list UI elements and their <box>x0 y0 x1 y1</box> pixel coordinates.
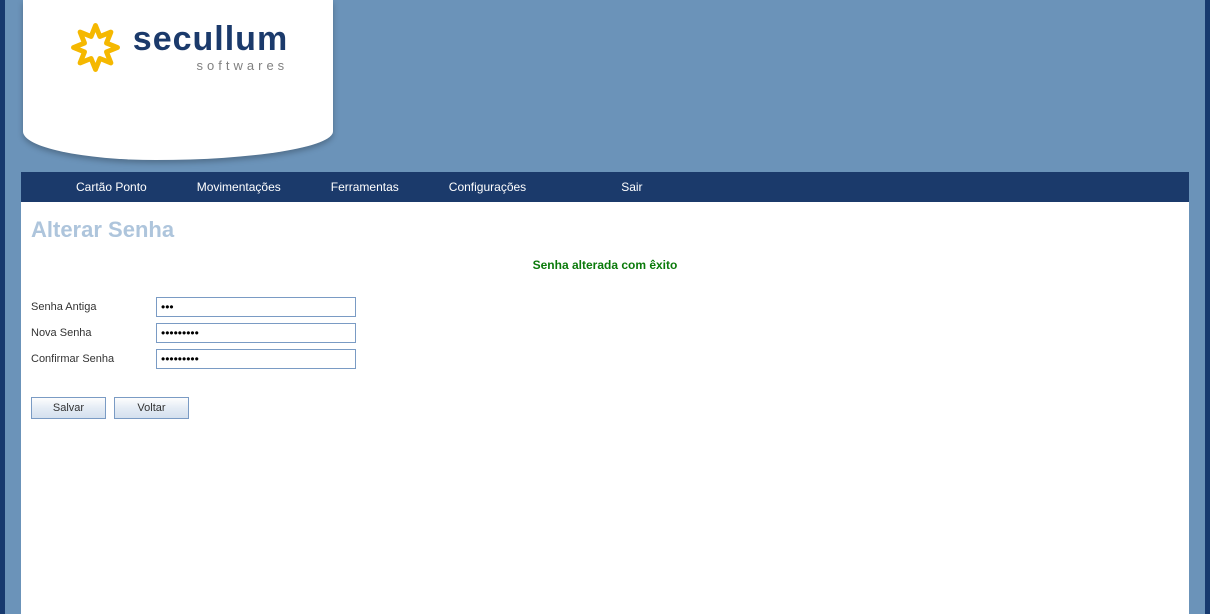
inner-frame: secullum softwares Cartão Ponto Moviment… <box>13 0 1197 614</box>
nav-configuracoes[interactable]: Configurações <box>424 172 551 202</box>
label-confirm-password: Confirmar Senha <box>31 353 156 365</box>
row-new-password: Nova Senha <box>31 323 1179 343</box>
back-button[interactable]: Voltar <box>114 397 189 419</box>
input-new-password[interactable] <box>156 323 356 343</box>
nav-ferramentas[interactable]: Ferramentas <box>306 172 424 202</box>
nav-cartao-ponto[interactable]: Cartão Ponto <box>51 172 172 202</box>
logo: secullum softwares <box>23 0 333 160</box>
star-icon <box>68 20 123 75</box>
input-old-password[interactable] <box>156 297 356 317</box>
page-title: Alterar Senha <box>31 217 1179 243</box>
input-confirm-password[interactable] <box>156 349 356 369</box>
row-confirm-password: Confirmar Senha <box>31 349 1179 369</box>
logo-main-text: secullum <box>133 22 288 56</box>
row-old-password: Senha Antiga <box>31 297 1179 317</box>
save-button[interactable]: Salvar <box>31 397 106 419</box>
button-row: Salvar Voltar <box>31 397 1179 419</box>
content-panel: Alterar Senha Senha alterada com êxito S… <box>21 202 1189 614</box>
logo-inner: secullum softwares <box>68 20 288 75</box>
success-message: Senha alterada com êxito <box>31 258 1179 272</box>
frame: secullum softwares Cartão Ponto Moviment… <box>0 0 1210 614</box>
label-old-password: Senha Antiga <box>31 301 156 313</box>
logo-text: secullum softwares <box>133 22 288 73</box>
label-new-password: Nova Senha <box>31 327 156 339</box>
logo-sub-text: softwares <box>197 58 289 73</box>
nav-sair[interactable]: Sair <box>596 172 667 202</box>
nav-movimentacoes[interactable]: Movimentações <box>172 172 306 202</box>
navbar: Cartão Ponto Movimentações Ferramentas C… <box>21 172 1189 202</box>
